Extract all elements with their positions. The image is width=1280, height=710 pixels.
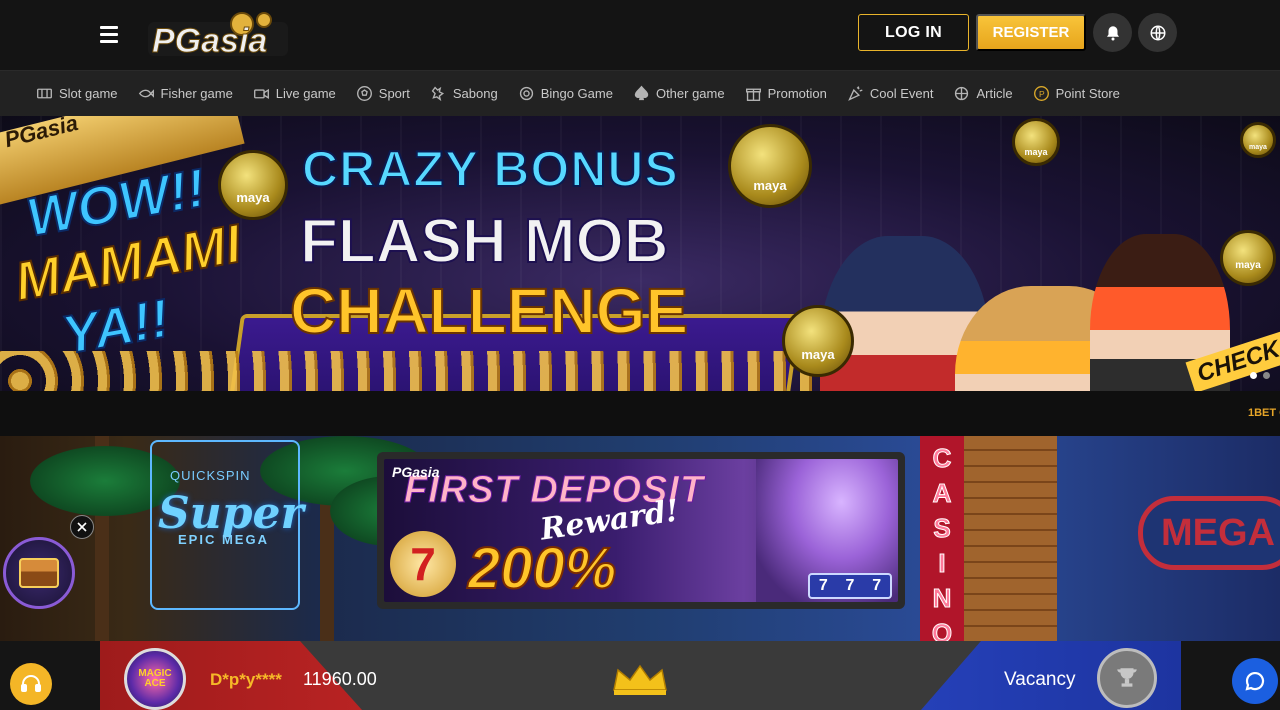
mega-sign: MEGA — [1138, 496, 1280, 570]
party-popper-icon — [848, 86, 863, 101]
nav-item-label: Sport — [378, 86, 410, 101]
promo-image: FIRST DEPOSIT PGasia Reward! 7 200% 7 7 … — [384, 459, 898, 602]
nav-item-sabong[interactable]: Sabong — [430, 85, 498, 102]
nav-item-label: Cool Event — [869, 86, 934, 101]
spade-icon — [634, 85, 649, 101]
bingo-ball-icon — [519, 86, 533, 101]
nav-item-label: Slot game — [59, 86, 118, 101]
quickspin-label: QUICKSPIN — [170, 468, 251, 483]
slot-digit: 7 — [872, 577, 882, 594]
rooster-icon — [431, 86, 444, 102]
winner-amount: 11960.00 — [303, 669, 377, 689]
vacancy-label: Vacancy — [1004, 669, 1076, 690]
nav-item-live-game[interactable]: Live game — [253, 85, 336, 102]
register-button[interactable]: REGISTER — [976, 14, 1086, 51]
promo-percent: 200% — [467, 535, 617, 602]
casino-letter: I — [938, 548, 946, 579]
nav-item-label: Fisher game — [160, 86, 233, 101]
crown-icon — [613, 664, 667, 695]
nav-item-bingo-game[interactable]: Bingo Game — [518, 85, 613, 102]
casino-sign: C A S I N O — [920, 436, 964, 649]
marquee-text: 1BET C — [1248, 407, 1280, 419]
nav-item-label: Other game — [655, 86, 725, 101]
nav-item-promotion[interactable]: Promotion — [745, 85, 827, 102]
casino-letter: S — [933, 513, 951, 544]
hero-challenge-text: CHALLENGE — [289, 274, 689, 348]
nav-item-article[interactable]: Article — [953, 85, 1013, 102]
winner-username: D*p*y**** — [210, 670, 282, 689]
hero-crazy-bonus-text: CRAZY BONUS — [301, 140, 679, 198]
casino-letter: C — [932, 443, 952, 474]
carousel-dot-1[interactable] — [1250, 372, 1257, 379]
treasure-chest-button[interactable] — [3, 537, 75, 609]
close-chest-icon[interactable] — [70, 515, 94, 539]
promo-brand: PGasia — [392, 464, 440, 480]
maya-coin-icon: maya — [782, 305, 854, 377]
soccer-ball-icon — [356, 86, 372, 101]
maya-coin-icon: maya — [728, 124, 812, 208]
carousel-dots — [1250, 372, 1270, 379]
slot-digit: 7 — [818, 577, 828, 594]
article-icon — [955, 86, 969, 101]
customer-support-headset-icon[interactable] — [10, 663, 52, 705]
winner-game-avatar: MAGIC ACE — [124, 648, 186, 710]
nav-item-point-store[interactable]: P Point Store — [1033, 85, 1120, 102]
carousel-dot-2[interactable] — [1263, 372, 1270, 379]
nav-item-label: Promotion — [767, 86, 827, 101]
nav-item-cool-event[interactable]: Cool Event — [847, 85, 934, 102]
page: PGasia LOG IN REGISTER Slot game Fisher … — [0, 0, 1280, 710]
maya-coin-icon: maya — [1012, 118, 1060, 166]
nav-item-label: Bingo Game — [540, 86, 613, 101]
nav-item-label: Article — [976, 86, 1013, 101]
brick-wall — [962, 436, 1057, 641]
nav-item-label: Sabong — [452, 86, 498, 101]
notification-bell-icon[interactable] — [1093, 13, 1132, 52]
nav-item-slot-game[interactable]: Slot game — [36, 85, 118, 102]
lucky-seven-icon: 7 — [390, 531, 456, 597]
gift-icon — [745, 88, 761, 101]
slot-digit: 7 — [845, 577, 855, 594]
nav-item-label: Live game — [275, 86, 336, 101]
casino-letter: A — [932, 478, 952, 509]
epic-mega-label: EPIC MEGA — [178, 532, 269, 547]
gold-coins-pile — [0, 351, 900, 391]
category-nav: Slot game Fisher game Live game Sport Sa… — [0, 70, 1280, 116]
hero-flash-mob-text: FLASH MOB — [299, 206, 670, 277]
slot-icon — [37, 88, 52, 99]
trophy-icon — [1097, 648, 1157, 708]
menu-hamburger-icon[interactable] — [100, 23, 118, 45]
maya-coin-icon: maya — [1220, 230, 1276, 286]
first-deposit-promo-card[interactable]: FIRST DEPOSIT PGasia Reward! 7 200% 7 7 … — [377, 452, 905, 609]
announcement-marquee: 1BET C — [0, 391, 1280, 436]
maya-coin-icon: maya — [218, 150, 288, 220]
nav-item-sport[interactable]: Sport — [356, 85, 410, 102]
nav-item-fisher-game[interactable]: Fisher game — [138, 85, 233, 102]
live-chat-icon[interactable] — [1232, 658, 1278, 704]
fish-icon — [138, 89, 154, 98]
maya-coin-icon: maya — [1240, 122, 1276, 158]
logo-text: PGasia — [152, 22, 267, 60]
casino-letter: N — [932, 583, 952, 614]
svg-text:P: P — [1039, 89, 1045, 99]
nav-item-other-game[interactable]: Other game — [633, 85, 725, 102]
login-button[interactable]: LOG IN — [858, 14, 969, 51]
camera-icon — [253, 88, 269, 99]
slot-machine-icon: 7 7 7 — [808, 573, 892, 599]
top-header: PGasia LOG IN REGISTER — [0, 0, 1280, 70]
treasure-chest-icon — [19, 558, 59, 588]
nav-item-label: Point Store — [1055, 86, 1120, 101]
site-logo[interactable]: PGasia — [142, 8, 294, 62]
coin-p-icon: P — [1033, 86, 1049, 101]
language-globe-icon[interactable] — [1138, 13, 1177, 52]
